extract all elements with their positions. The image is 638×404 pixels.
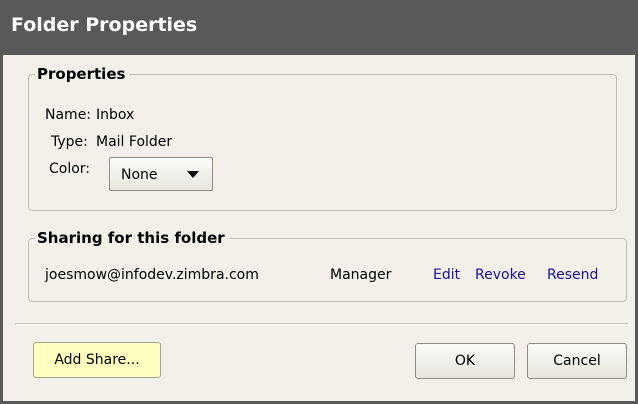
name-label: Name: <box>45 107 92 123</box>
sharing-group: Sharing for this folder <box>28 229 627 302</box>
share-edit-link[interactable]: Edit <box>433 267 460 283</box>
folder-properties-dialog: Folder Properties Properties Name: Inbox… <box>0 0 638 404</box>
color-label: Color: <box>49 161 91 177</box>
add-share-button[interactable]: Add Share... <box>33 342 161 378</box>
share-email: joesmow@infodev.zimbra.com <box>45 267 259 283</box>
dialog-title: Folder Properties <box>11 14 198 36</box>
cancel-button[interactable]: Cancel <box>527 343 627 379</box>
color-select[interactable]: None <box>109 157 213 191</box>
dialog-titlebar[interactable]: Folder Properties <box>3 3 635 55</box>
color-select-value: None <box>121 167 158 183</box>
type-label: Type: <box>51 134 88 150</box>
properties-legend: Properties <box>37 65 126 83</box>
share-resend-link[interactable]: Resend <box>547 267 598 283</box>
type-value: Mail Folder <box>96 134 173 150</box>
dropdown-arrow-icon <box>187 171 199 178</box>
share-role: Manager <box>330 267 392 283</box>
share-revoke-link[interactable]: Revoke <box>475 267 526 283</box>
name-value: Inbox <box>96 107 135 123</box>
sharing-legend: Sharing for this folder <box>37 229 225 247</box>
ok-button[interactable]: OK <box>415 343 515 379</box>
footer-divider <box>15 323 628 325</box>
